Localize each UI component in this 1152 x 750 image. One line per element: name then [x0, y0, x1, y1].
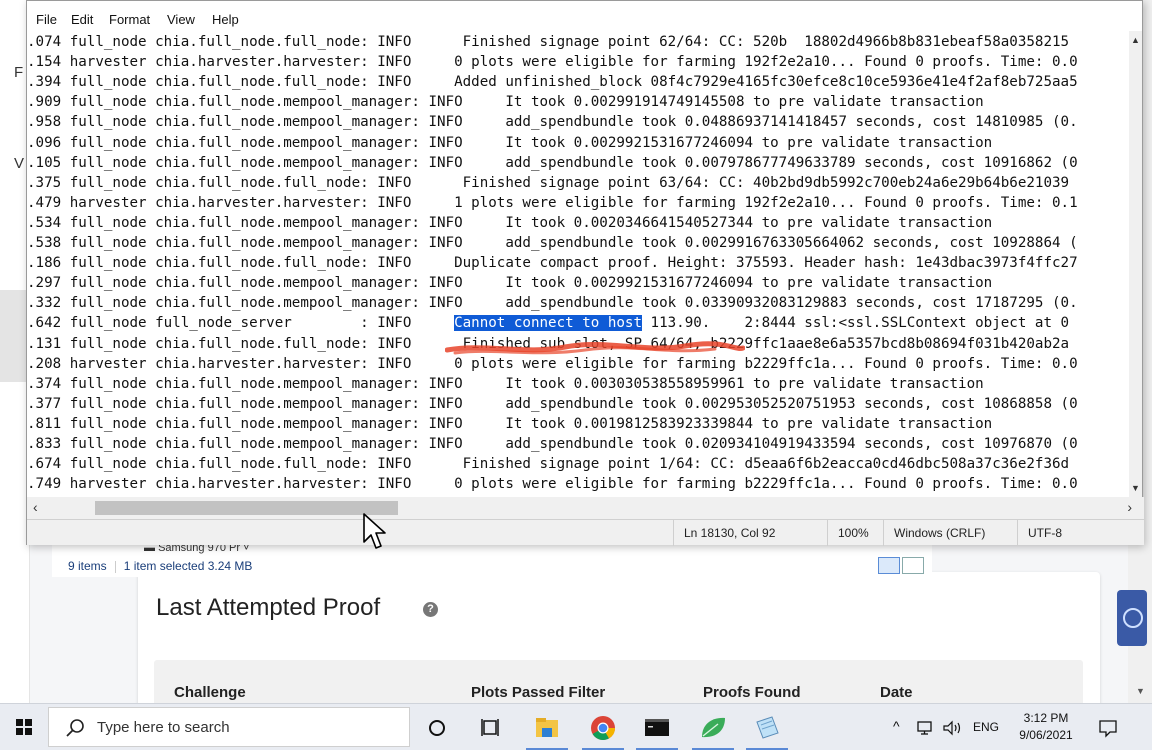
vertical-scrollbar[interactable]: ▲ ▼ [1129, 31, 1142, 497]
notepad-icon [756, 716, 779, 739]
folder-icon [536, 718, 558, 737]
mouse-pointer-icon [363, 513, 386, 549]
windows-logo-icon [16, 719, 32, 735]
input-language[interactable]: ENG [973, 720, 999, 734]
column-header-plots-passed-filter[interactable]: Plots Passed Filter [471, 684, 605, 701]
chrome-icon [591, 716, 615, 741]
start-button[interactable] [0, 704, 48, 750]
desktop: F V Last Attempted Proof ? Challenge Plo… [0, 0, 1152, 750]
log-line[interactable]: .394 full_node chia.full_node.full_node:… [27, 72, 1078, 92]
taskbar-search-box[interactable]: Type here to search [48, 707, 410, 747]
cursor-position: Ln 18130, Col 92 [673, 520, 827, 546]
menu-bar: File Edit Format View Help [27, 1, 1142, 31]
log-line[interactable]: .297 full_node chia.full_node.mempool_ma… [27, 273, 992, 293]
taskbar-terminal[interactable] [632, 704, 682, 750]
taskbar-clock[interactable]: 3:12 PM 9/06/2021 [1013, 710, 1079, 744]
search-placeholder: Type here to search [97, 719, 230, 736]
log-line[interactable]: .154 harvester chia.harvester.harvester:… [27, 52, 1078, 72]
cortana-circle-icon [429, 720, 445, 736]
scroll-down-icon[interactable]: ▼ [1136, 686, 1145, 696]
column-header-date[interactable]: Date [880, 684, 913, 701]
notepad-status-bar: Ln 18130, Col 92 100% Windows (CRLF) UTF… [27, 519, 1144, 546]
sidebar-letter: V [14, 155, 25, 172]
log-line[interactable]: .105 full_node chia.full_node.mempool_ma… [27, 153, 1078, 173]
menu-file[interactable]: File [36, 12, 57, 27]
card-title: Last Attempted Proof [156, 594, 381, 621]
selection-info: 1 item selected 3.24 MB [123, 559, 253, 573]
log-line[interactable]: .479 harvester chia.harvester.harvester:… [27, 193, 1078, 213]
taskbar: Type here to search ^ ENG 3:12 PM 9/06/2… [0, 703, 1152, 750]
explorer-status-bar: 9 items 1 item selected 3.24 MB [68, 559, 252, 573]
menu-view[interactable]: View [167, 12, 195, 27]
clock-time: 3:12 PM [1023, 711, 1069, 725]
notepad-window: File Edit Format View Help .749 harveste… [26, 0, 1144, 546]
scroll-down-icon[interactable]: ▼ [1131, 483, 1140, 493]
side-app-badge[interactable] [1117, 590, 1147, 646]
network-icon[interactable] [916, 720, 934, 736]
log-line[interactable]: .534 full_node chia.full_node.mempool_ma… [27, 213, 992, 233]
status-divider [114, 560, 116, 573]
menu-help[interactable]: Help [212, 12, 239, 27]
log-line[interactable]: .811 full_node chia.full_node.mempool_ma… [27, 414, 992, 434]
column-header-proofs-found[interactable]: Proofs Found [703, 684, 801, 701]
chevron-up-icon[interactable]: ^ [893, 718, 900, 734]
sidebar-letter: F [14, 64, 24, 81]
last-attempted-proof-card: Last Attempted Proof ? Challenge Plots P… [138, 572, 1100, 720]
encoding: UTF-8 [1017, 520, 1144, 546]
search-icon [66, 719, 84, 737]
scroll-up-icon[interactable]: ▲ [1131, 35, 1140, 45]
log-line[interactable]: .909 full_node chia.full_node.mempool_ma… [27, 92, 984, 112]
details-view-button[interactable] [878, 557, 900, 574]
taskbar-notepad[interactable] [742, 704, 792, 750]
log-line[interactable]: .096 full_node chia.full_node.mempool_ma… [27, 133, 992, 153]
items-count: 9 items [68, 559, 107, 573]
taskbar-chia[interactable] [688, 704, 738, 750]
text-editor[interactable]: .749 harvester chia.harvester.harvester:… [27, 31, 1131, 497]
task-view-button[interactable] [466, 704, 516, 750]
log-line[interactable]: .074 full_node chia.full_node.full_node:… [27, 32, 1069, 52]
log-line[interactable]: .374 full_node chia.full_node.mempool_ma… [27, 374, 984, 394]
log-line[interactable]: .749 harvester chia.harvester.harvester:… [27, 474, 1078, 494]
help-icon[interactable]: ? [423, 602, 438, 617]
menu-format[interactable]: Format [109, 12, 150, 27]
cortana-button[interactable] [412, 704, 462, 750]
horizontal-scroll-thumb[interactable] [95, 501, 398, 515]
column-header-challenge[interactable]: Challenge [174, 684, 246, 701]
chia-leaf-icon [702, 717, 725, 738]
log-line[interactable]: .186 full_node chia.full_node.full_node:… [27, 253, 1078, 273]
red-scribble-mark [445, 341, 745, 355]
log-line[interactable]: .375 full_node chia.full_node.full_node:… [27, 173, 1069, 193]
menu-edit[interactable]: Edit [71, 12, 93, 27]
volume-icon[interactable] [942, 719, 964, 737]
log-line[interactable]: .833 full_node chia.full_node.mempool_ma… [27, 434, 1078, 454]
taskbar-chrome[interactable] [578, 704, 628, 750]
badge-ring-icon [1123, 608, 1143, 628]
log-line[interactable]: .674 full_node chia.full_node.full_node:… [27, 454, 1069, 474]
scroll-right-icon[interactable]: › [1127, 499, 1132, 515]
terminal-icon [645, 719, 669, 736]
taskbar-file-explorer[interactable] [522, 704, 572, 750]
large-icons-view-button[interactable] [902, 557, 924, 574]
task-view-icon [481, 719, 499, 736]
selected-text[interactable]: Cannot connect to host [454, 315, 643, 332]
notification-icon[interactable] [1098, 718, 1118, 738]
log-line[interactable]: .538 full_node chia.full_node.mempool_ma… [27, 233, 1078, 253]
scroll-left-icon[interactable]: ‹ [33, 499, 38, 515]
zoom-level: 100% [827, 520, 883, 546]
clock-date: 9/06/2021 [1019, 728, 1073, 742]
log-line[interactable]: .958 full_node chia.full_node.mempool_ma… [27, 112, 1078, 132]
line-ending: Windows (CRLF) [883, 520, 1017, 546]
horizontal-scrollbar[interactable]: ‹ › [27, 497, 1144, 519]
log-line[interactable]: .332 full_node chia.full_node.mempool_ma… [27, 293, 1078, 313]
log-line[interactable]: .642 full_node full_node_server : INFO C… [27, 313, 1069, 333]
log-line[interactable]: .377 full_node chia.full_node.mempool_ma… [27, 394, 1078, 414]
